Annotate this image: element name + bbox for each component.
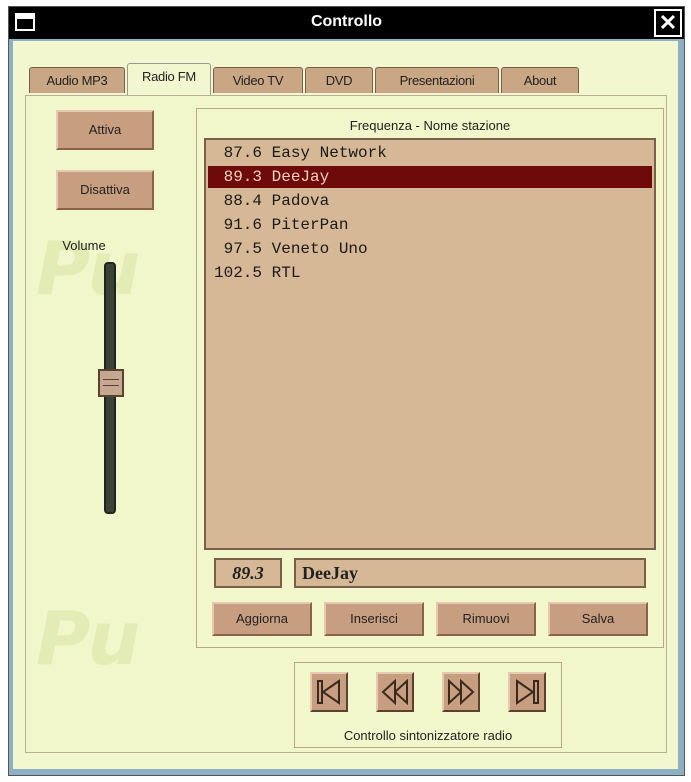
frequency-display[interactable]: 89.3: [214, 558, 282, 588]
radio-fm-panel: Pu Pu Attiva Disattiva Volume Frequenza …: [25, 95, 667, 753]
station-row-selected[interactable]: 89.3 DeeJay: [208, 166, 652, 188]
station-name: Veneto Uno: [271, 240, 368, 258]
station-row[interactable]: 88.4 Padova: [208, 190, 652, 212]
save-button[interactable]: Salva: [548, 602, 648, 636]
station-row[interactable]: 91.6 PiterPan: [208, 214, 652, 236]
deactivate-button[interactable]: Disattiva: [56, 170, 154, 210]
tab-dvd[interactable]: DVD: [305, 67, 373, 93]
station-frequency: 87.6: [223, 144, 262, 162]
fast-forward-icon[interactable]: [442, 672, 480, 712]
close-icon[interactable]: ✕: [654, 9, 682, 37]
first-icon[interactable]: [310, 672, 348, 712]
station-name: Padova: [271, 192, 330, 210]
station-frequency: 88.4: [223, 192, 262, 210]
station-list-header: Frequenza - Nome stazione: [349, 118, 511, 133]
tab-radio-fm[interactable]: Radio FM: [127, 63, 211, 96]
last-icon[interactable]: [508, 672, 546, 712]
station-name: Easy Network: [271, 144, 387, 162]
station-frequency: 97.5: [223, 240, 262, 258]
station-list[interactable]: 87.6 Easy Network 89.3 DeeJay 88.4 Padov…: [204, 138, 656, 550]
tuner-label: Controllo sintonizzatore radio: [343, 728, 513, 743]
volume-label: Volume: [62, 238, 106, 253]
activate-button[interactable]: Attiva: [56, 110, 154, 150]
station-frequency: 102.5: [213, 264, 262, 282]
window-title: Controllo: [310, 13, 383, 30]
station-row[interactable]: 97.5 Veneto Uno: [208, 238, 652, 260]
station-row[interactable]: 87.6 Easy Network: [208, 142, 652, 164]
tab-about[interactable]: About: [501, 67, 579, 93]
station-name: DeeJay: [271, 168, 330, 186]
station-frequency: 91.6: [223, 216, 262, 234]
client-area: Audio MP3 Radio FM Video TV DVD Presenta…: [13, 41, 678, 769]
insert-button[interactable]: Inserisci: [324, 602, 424, 636]
station-name: PiterPan: [271, 216, 349, 234]
tab-video-tv[interactable]: Video TV: [213, 67, 303, 93]
tab-presentazioni[interactable]: Presentazioni: [375, 67, 499, 93]
background-watermark: Pu: [36, 596, 141, 682]
station-name-field[interactable]: DeeJay: [294, 558, 646, 588]
station-frequency: 89.3: [223, 168, 262, 186]
app-window: Controllo ✕ Audio MP3 Radio FM Video TV …: [8, 6, 685, 776]
station-row[interactable]: 102.5 RTL: [208, 262, 652, 284]
update-button[interactable]: Aggiorna: [212, 602, 312, 636]
station-name: RTL: [271, 264, 301, 282]
title-bar[interactable]: Controllo ✕: [9, 7, 684, 39]
volume-slider-thumb[interactable]: [98, 368, 124, 397]
remove-button[interactable]: Rimuovi: [436, 602, 536, 636]
rewind-icon[interactable]: [376, 672, 414, 712]
tab-audio-mp3[interactable]: Audio MP3: [29, 67, 125, 93]
